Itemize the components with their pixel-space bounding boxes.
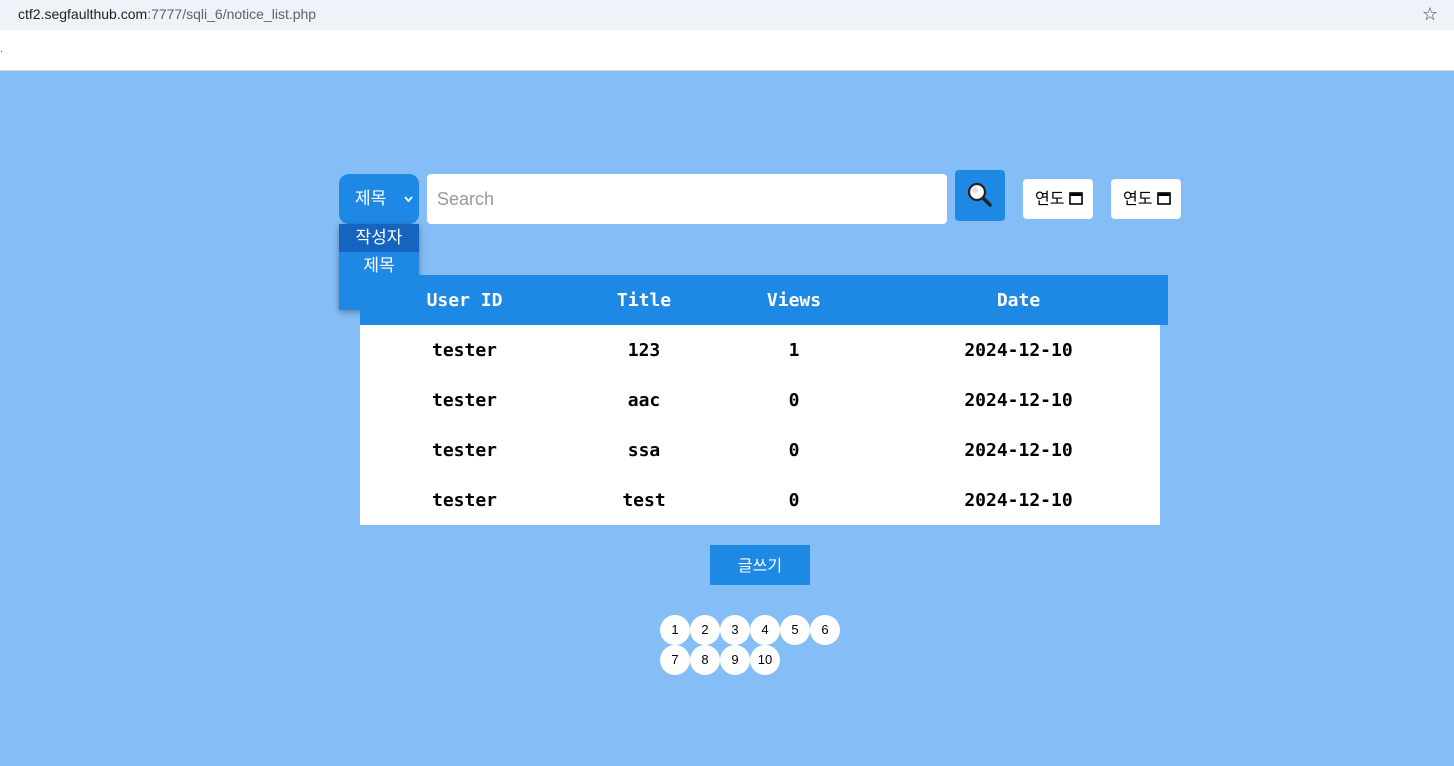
url-text[interactable]: ctf2.segfaulthub.com:7777/sqli_6/notice_… <box>18 6 316 22</box>
page-button-6[interactable]: 6 <box>810 615 840 645</box>
bookmark-star-icon[interactable]: ☆ <box>1422 4 1438 25</box>
column-header-views: Views <box>766 289 822 311</box>
search-icon <box>967 182 992 207</box>
page-button-9[interactable]: 9 <box>720 645 750 675</box>
table-row[interactable]: tester aac 0 2024-12-10 <box>360 375 1168 425</box>
cell-views: 0 <box>788 439 800 461</box>
cell-user-id: tester <box>431 439 498 461</box>
page-button-3[interactable]: 3 <box>720 615 750 645</box>
date-to-label: 연도 <box>1123 189 1153 208</box>
cell-user-id: tester <box>431 389 498 411</box>
column-header-title: Title <box>616 289 672 311</box>
notice-table: User ID Title Views Date tester 123 1 20… <box>360 275 1168 525</box>
bookmarks-bar: . <box>0 30 1454 71</box>
cell-views: 1 <box>788 339 800 361</box>
search-field-select[interactable]: 제목 <box>339 174 419 224</box>
calendar-icon[interactable] <box>1069 191 1083 205</box>
search-button[interactable] <box>955 170 1005 221</box>
cell-user-id: tester <box>431 489 498 511</box>
write-post-button[interactable]: 글쓰기 <box>710 545 810 585</box>
cell-title-link[interactable]: test <box>569 475 719 525</box>
page-button-10[interactable]: 10 <box>750 645 780 675</box>
page-button-4[interactable]: 4 <box>750 615 780 645</box>
table-row[interactable]: tester ssa 0 2024-12-10 <box>360 425 1168 475</box>
table-row[interactable]: tester 123 1 2024-12-10 <box>360 325 1168 375</box>
cell-date: 2024-12-10 <box>964 339 1073 361</box>
search-input[interactable] <box>427 174 947 224</box>
column-header-user-id: User ID <box>426 289 503 311</box>
page-button-8[interactable]: 8 <box>690 645 720 675</box>
page-button-5[interactable]: 5 <box>780 615 810 645</box>
cell-views: 0 <box>788 489 800 511</box>
url-path: :7777/sqli_6/notice_list.php <box>147 6 317 22</box>
url-host: ctf2.segfaulthub.com <box>18 6 148 22</box>
page-button-1[interactable]: 1 <box>660 615 690 645</box>
cell-title-link[interactable]: aac <box>569 375 719 425</box>
cell-date: 2024-12-10 <box>964 439 1073 461</box>
cell-user-id: tester <box>431 339 498 361</box>
cell-date: 2024-12-10 <box>964 389 1073 411</box>
bookmark-marker: . <box>0 44 4 55</box>
search-field-selected: 제목 <box>355 189 387 209</box>
column-header-date: Date <box>996 289 1041 311</box>
date-to-input[interactable]: 연도 <box>1111 179 1181 219</box>
calendar-icon[interactable] <box>1157 191 1171 205</box>
table-row[interactable]: tester test 0 2024-12-10 <box>360 475 1168 525</box>
cell-date: 2024-12-10 <box>964 489 1073 511</box>
date-from-label: 연도 <box>1035 189 1065 208</box>
browser-address-bar[interactable]: ctf2.segfaulthub.com:7777/sqli_6/notice_… <box>0 0 1454 30</box>
date-from-input[interactable]: 연도 <box>1023 179 1093 219</box>
cell-views: 0 <box>788 389 800 411</box>
dropdown-option-author[interactable]: 작성자 <box>339 224 419 252</box>
page-button-7[interactable]: 7 <box>660 645 690 675</box>
cell-title-link[interactable]: 123 <box>569 325 719 375</box>
cell-title-link[interactable]: ssa <box>569 425 719 475</box>
table-header-row: User ID Title Views Date <box>360 275 1168 325</box>
page-button-2[interactable]: 2 <box>690 615 720 645</box>
